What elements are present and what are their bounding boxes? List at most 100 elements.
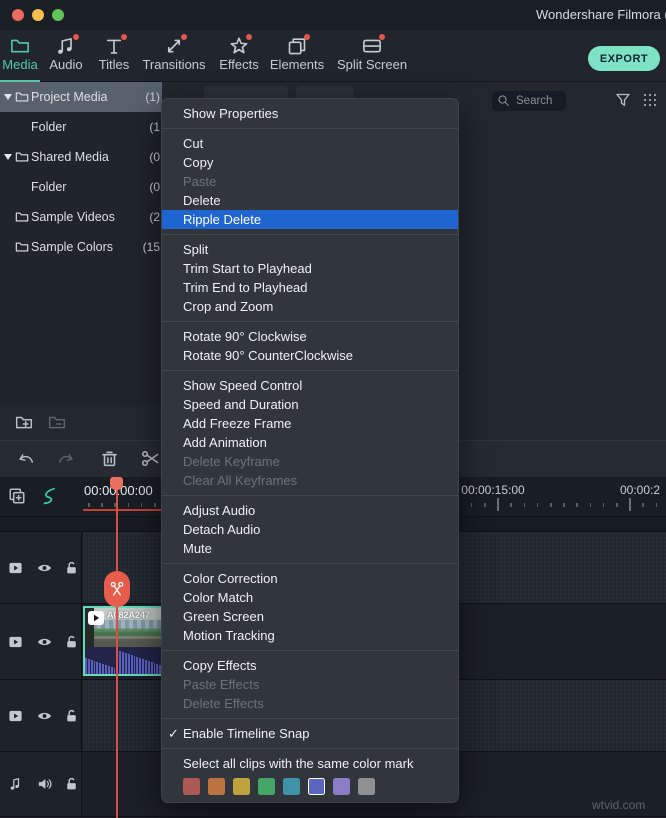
duplicate-icon[interactable] (8, 487, 26, 505)
menu-item-green-screen[interactable]: Green Screen (162, 607, 458, 626)
menu-item-rotate-90-clockwise[interactable]: Rotate 90° Clockwise (162, 327, 458, 346)
search-input[interactable] (514, 92, 562, 109)
menu-section: Rotate 90° ClockwiseRotate 90° CounterCl… (162, 322, 458, 371)
color-swatch[interactable] (258, 778, 275, 795)
lock-icon[interactable] (64, 777, 79, 792)
export-button[interactable]: EXPORT (588, 46, 660, 71)
sidebar-item-folder[interactable]: Folder(1 (0, 112, 162, 142)
menu-item-show-speed-control[interactable]: Show Speed Control (162, 376, 458, 395)
tab-transitions[interactable]: Transitions (138, 34, 210, 82)
sidebar-item-sample-videos[interactable]: Sample Videos(2 (0, 202, 162, 232)
menu-item-mute[interactable]: Mute (162, 539, 458, 558)
tab-media[interactable]: Media (0, 34, 40, 82)
tab-split-screen[interactable]: Split Screen (332, 34, 412, 82)
tab-titles[interactable]: Titles (94, 34, 134, 82)
clip-duration-line (83, 509, 162, 511)
folder-icon (15, 150, 29, 164)
playhead-handle[interactable] (110, 477, 123, 490)
color-swatch[interactable] (233, 778, 250, 795)
ruler-tick (656, 503, 658, 507)
undo-icon[interactable] (16, 449, 35, 468)
trash-icon[interactable] (100, 449, 119, 468)
menu-item-label: Split (183, 242, 208, 257)
menu-item-delete[interactable]: Delete (162, 191, 458, 210)
playhead-line[interactable] (116, 477, 118, 818)
timeline-clip[interactable]: A082A247 (83, 606, 173, 676)
menu-item-rotate-90-counterclockwise[interactable]: Rotate 90° CounterClockwise (162, 346, 458, 365)
menu-item-label: Copy (183, 155, 213, 170)
effects-icon (229, 36, 249, 56)
menu-item-trim-end-to-playhead[interactable]: Trim End to Playhead (162, 278, 458, 297)
menu-item-detach-audio[interactable]: Detach Audio (162, 520, 458, 539)
menu-item-adjust-audio[interactable]: Adjust Audio (162, 501, 458, 520)
menu-item-label: Crop and Zoom (183, 299, 273, 314)
lock-icon[interactable] (64, 708, 79, 723)
filter-icon[interactable] (615, 92, 631, 108)
video-icon[interactable] (8, 708, 23, 723)
menu-item-label: Mute (183, 541, 212, 556)
split-at-playhead-button[interactable] (104, 571, 130, 607)
menu-item-color-match[interactable]: Color Match (162, 588, 458, 607)
media-sidebar: Project Media(1)Folder(1Shared Media(0Fo… (0, 82, 162, 406)
sidebar-item-shared-media[interactable]: Shared Media(0 (0, 142, 162, 172)
menu-item-cut[interactable]: Cut (162, 134, 458, 153)
folder-add-icon[interactable] (15, 413, 33, 431)
lock-icon[interactable] (64, 634, 79, 649)
menu-item-show-properties[interactable]: Show Properties (162, 104, 458, 123)
menu-item-label: Add Animation (183, 435, 267, 450)
menu-item-speed-and-duration[interactable]: Speed and Duration (162, 395, 458, 414)
tab-label: Transitions (138, 57, 210, 72)
video-icon[interactable] (8, 560, 23, 575)
speaker-icon[interactable] (37, 777, 52, 792)
menu-item-crop-and-zoom[interactable]: Crop and Zoom (162, 297, 458, 316)
ruler-tick (629, 498, 631, 511)
menu-item-enable-timeline-snap[interactable]: ✓Enable Timeline Snap (162, 724, 458, 743)
menu-item-delete-effects: Delete Effects (162, 694, 458, 713)
search-icon (497, 94, 510, 107)
audio-icon (56, 36, 76, 56)
menu-item-label: Color Match (183, 590, 253, 605)
color-swatch[interactable] (333, 778, 350, 795)
scissors-icon[interactable] (141, 449, 160, 468)
music-note-icon[interactable] (8, 777, 23, 792)
color-swatch[interactable] (308, 778, 325, 795)
ruler-tick (537, 503, 539, 507)
color-swatch[interactable] (183, 778, 200, 795)
sidebar-item-project-media[interactable]: Project Media(1) (0, 82, 162, 112)
item-count: (2 (149, 202, 160, 232)
menu-item-copy-effects[interactable]: Copy Effects (162, 656, 458, 675)
grid-view-icon[interactable] (642, 92, 658, 108)
menu-item-ripple-delete[interactable]: Ripple Delete (162, 210, 458, 229)
eye-icon[interactable] (37, 560, 52, 575)
menu-item-add-freeze-frame[interactable]: Add Freeze Frame (162, 414, 458, 433)
menu-item-copy[interactable]: Copy (162, 153, 458, 172)
sidebar-item-label: Folder (31, 112, 66, 142)
color-swatch[interactable] (358, 778, 375, 795)
lock-icon[interactable] (64, 560, 79, 575)
close-button[interactable] (12, 9, 24, 21)
caret-down-icon[interactable] (4, 94, 12, 100)
tab-audio[interactable]: Audio (46, 34, 86, 82)
fullscreen-button[interactable] (52, 9, 64, 21)
eye-icon[interactable] (37, 708, 52, 723)
menu-section: Color Correction Color Match Green ScreenM… (162, 564, 458, 651)
menu-item-color-correction[interactable]: Color Correction (162, 569, 458, 588)
menu-item-select-all-clips-with-the-same-color-mark[interactable]: Select all clips with the same color mar… (162, 754, 458, 773)
menu-item-add-animation[interactable]: Add Animation (162, 433, 458, 452)
color-swatch[interactable] (283, 778, 300, 795)
sidebar-item-folder[interactable]: Folder(0 (0, 172, 162, 202)
caret-down-icon[interactable] (4, 154, 12, 160)
video-icon[interactable] (8, 634, 23, 649)
color-swatch[interactable] (208, 778, 225, 795)
tab-label: Split Screen (332, 57, 412, 72)
snap-icon[interactable] (40, 487, 58, 505)
minimize-button[interactable] (32, 9, 44, 21)
tab-effects[interactable]: Effects (214, 34, 264, 82)
search-box[interactable] (492, 91, 566, 111)
menu-item-split[interactable]: Split (162, 240, 458, 259)
menu-item-motion-tracking[interactable]: Motion Tracking (162, 626, 458, 645)
eye-icon[interactable] (37, 634, 52, 649)
tab-elements[interactable]: Elements (266, 34, 328, 82)
menu-item-trim-start-to-playhead[interactable]: Trim Start to Playhead (162, 259, 458, 278)
sidebar-item-sample-colors[interactable]: Sample Colors(15 (0, 232, 162, 262)
